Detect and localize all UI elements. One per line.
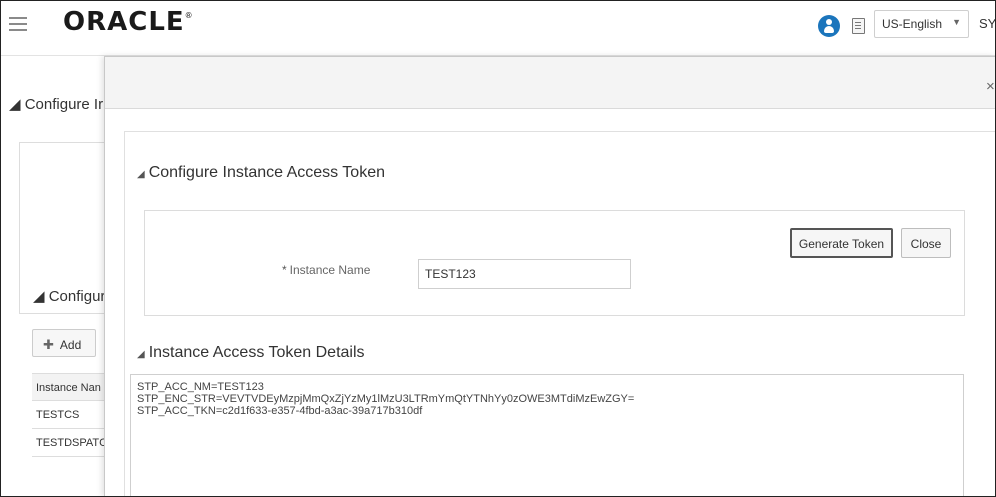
language-value: US-English	[882, 17, 943, 31]
app-header: ORACLE® US-English ▼ SYSA	[1, 1, 995, 56]
triangle-collapse-icon: ◢	[137, 169, 145, 180]
plus-icon: ✚	[43, 337, 54, 352]
dialog-header: ×	[105, 57, 995, 109]
logo-mark: ®	[184, 11, 194, 20]
user-avatar-icon[interactable]	[818, 15, 840, 37]
add-label: Add	[59, 338, 82, 352]
details-line: STP_ACC_NM=TEST123	[137, 381, 264, 393]
user-name[interactable]: SYSA	[979, 16, 995, 31]
document-icon[interactable]	[852, 18, 865, 34]
close-button[interactable]: Close	[901, 228, 951, 258]
hamburger-icon[interactable]	[9, 17, 27, 31]
details-section-label: Instance Access Token Details	[148, 344, 365, 361]
logo-text: ORACLE	[63, 7, 185, 37]
oracle-logo: ORACLE®	[63, 7, 194, 37]
token-details-textarea[interactable]: STP_ACC_NM=TEST123 STP_ENC_STR=VEVTVDEyM…	[130, 374, 964, 496]
token-dialog: × ◢ Configure Instance Access Token Gener…	[104, 56, 995, 496]
dialog-body: ◢ Configure Instance Access Token Generat…	[124, 131, 995, 496]
token-section-title[interactable]: ◢ Configure Instance Access Token	[137, 164, 385, 182]
details-line: STP_ENC_STR=VEVTVDEyMzpjMmQxZjYzMy1lMzU3…	[137, 393, 635, 405]
instance-name-label-text: Instance Name	[289, 263, 371, 277]
add-button[interactable]: ✚ Add	[32, 329, 96, 357]
chevron-down-icon: ▼	[952, 17, 961, 27]
instance-name-input[interactable]: TEST123	[418, 259, 631, 289]
close-icon[interactable]: ×	[986, 78, 995, 95]
token-section-label: Configure Instance Access Token	[148, 164, 385, 181]
generate-token-button[interactable]: Generate Token	[790, 228, 893, 258]
background-section-title[interactable]: ◢ Configure Ir	[9, 95, 103, 113]
triangle-collapse-icon: ◢	[137, 349, 145, 360]
background-section-title-2[interactable]: ◢ Configur	[33, 287, 105, 305]
app-frame: ORACLE® US-English ▼ SYSA ◢ Configure Ir…	[0, 0, 996, 497]
instance-name-label: * Instance Name	[282, 263, 371, 277]
details-line: STP_ACC_TKN=c2d1f633-e357-4fbd-a3ac-39a7…	[137, 405, 423, 417]
details-section-title[interactable]: ◢ Instance Access Token Details	[137, 344, 365, 362]
language-select[interactable]: US-English ▼	[874, 10, 969, 38]
